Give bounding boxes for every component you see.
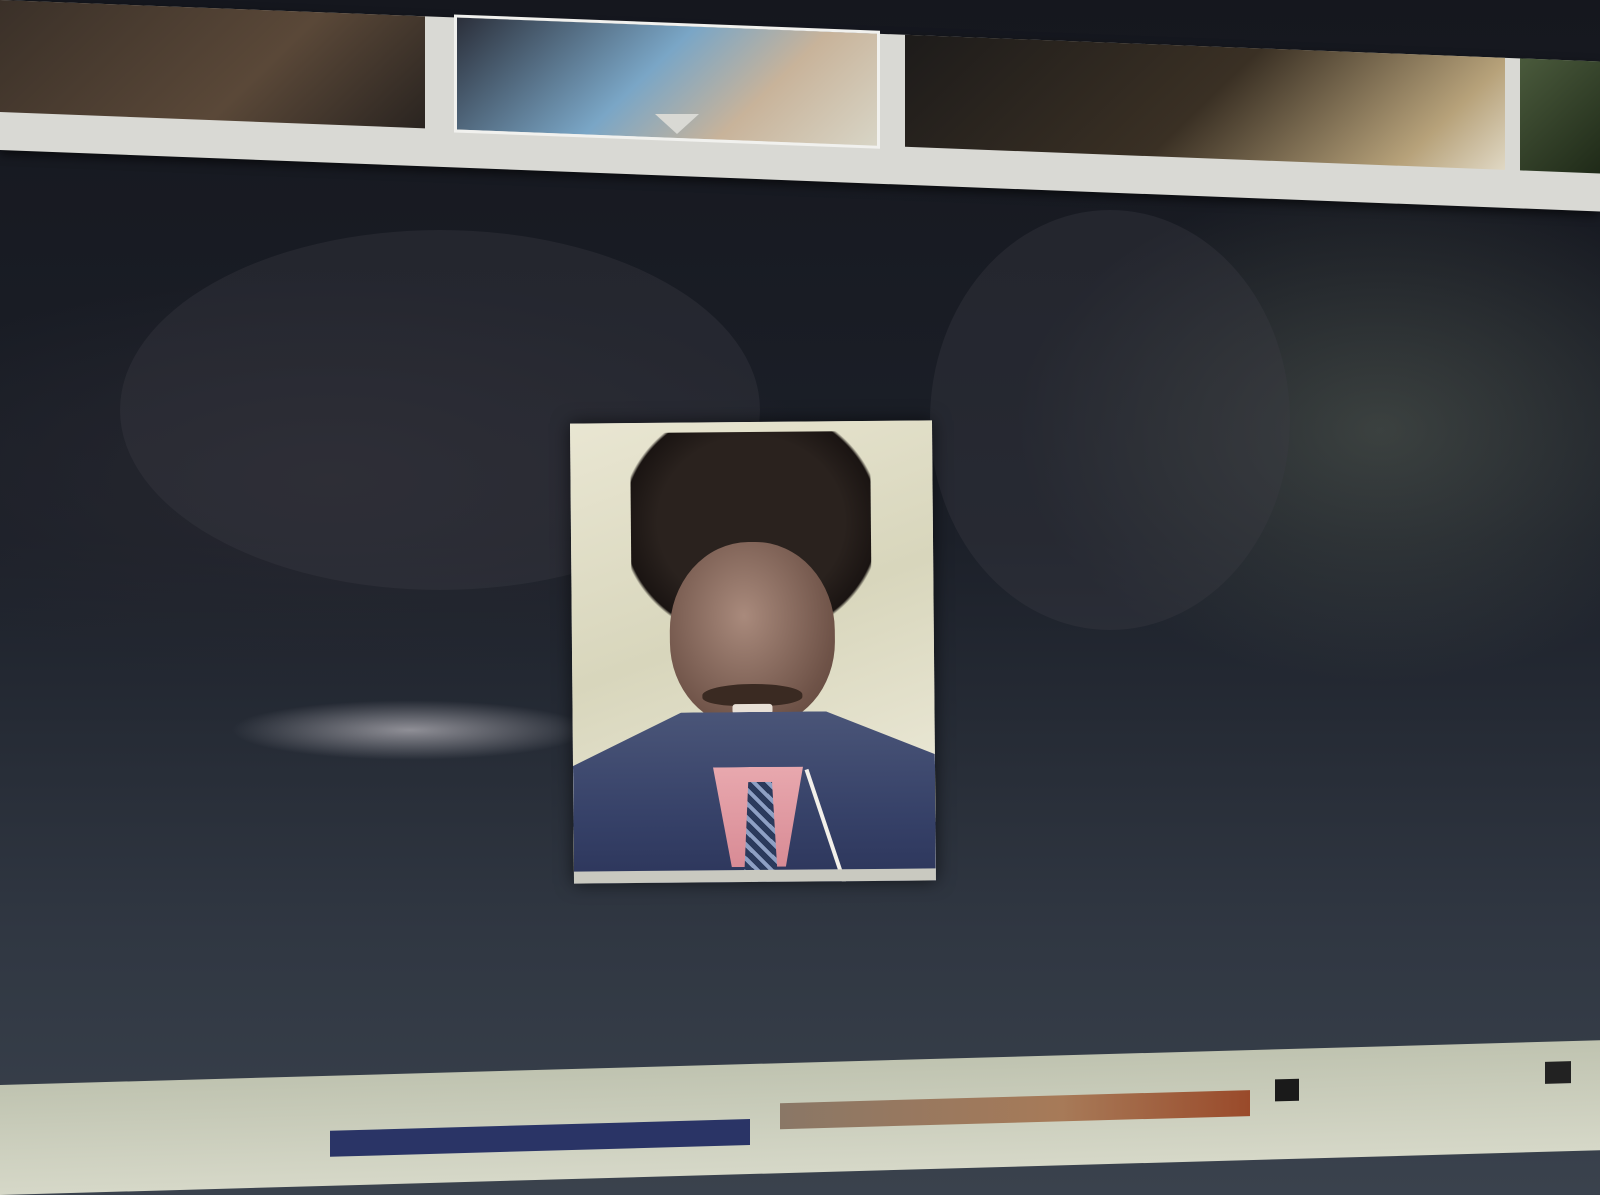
thumbnail-3[interactable]: [905, 34, 1505, 170]
photo-tie: [743, 782, 778, 882]
background-reflection: [930, 210, 1290, 630]
selected-thumbnail-pointer: [655, 114, 699, 134]
dock-item-2[interactable]: [780, 1090, 1250, 1130]
main-photo[interactable]: [569, 420, 937, 884]
screen-glare: [230, 700, 590, 760]
dock-item-4[interactable]: [1545, 1061, 1571, 1084]
dock-item-1[interactable]: [330, 1119, 750, 1157]
thumbnail-1[interactable]: [0, 0, 425, 129]
dock-item-3[interactable]: [1275, 1078, 1299, 1102]
thumbnail-4[interactable]: [1520, 58, 1600, 174]
